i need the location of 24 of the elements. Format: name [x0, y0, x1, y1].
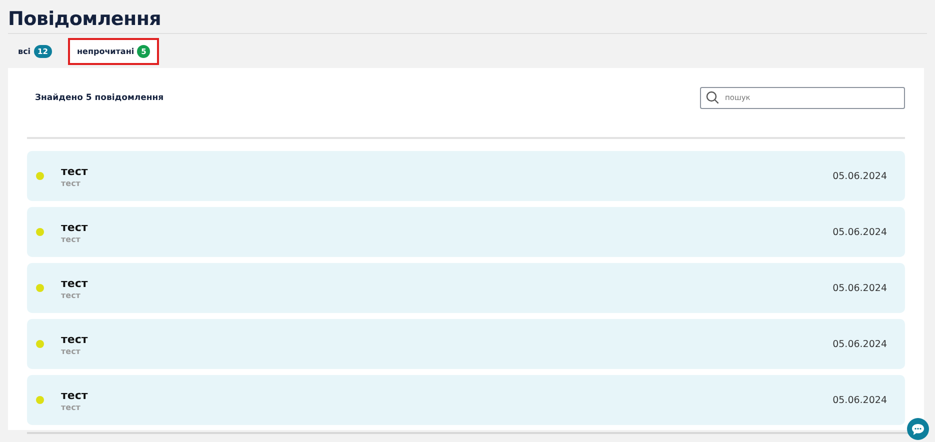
message-subtitle: тест	[61, 346, 82, 356]
message-date: 05.06.2024	[832, 338, 887, 350]
chat-bubble-icon	[911, 422, 925, 436]
message-item[interactable]: тест тест 05.06.2024	[27, 375, 905, 425]
message-date: 05.06.2024	[832, 282, 887, 294]
message-item[interactable]: тест тест 05.06.2024	[27, 263, 905, 313]
message-date: 05.06.2024	[832, 394, 887, 406]
message-title: тест	[61, 332, 89, 346]
message-subtitle: тест	[61, 234, 82, 244]
message-subtitle: тест	[61, 178, 82, 188]
page-title: Повідомлення	[8, 7, 162, 32]
result-count: Знайдено 5 повідомлення	[35, 92, 164, 102]
message-title: тест	[61, 388, 89, 402]
message-item[interactable]: тест тест 05.06.2024	[27, 151, 905, 201]
chat-button[interactable]	[907, 418, 929, 440]
message-subtitle: тест	[61, 402, 82, 412]
message-item[interactable]: тест тест 05.06.2024	[27, 207, 905, 257]
message-date: 05.06.2024	[832, 170, 887, 182]
message-title: тест	[61, 164, 89, 178]
message-subtitle: тест	[61, 290, 82, 300]
message-date: 05.06.2024	[832, 226, 887, 238]
message-title: тест	[61, 276, 89, 290]
message-title: тест	[61, 220, 89, 234]
message-item[interactable]: тест тест 05.06.2024	[27, 319, 905, 369]
